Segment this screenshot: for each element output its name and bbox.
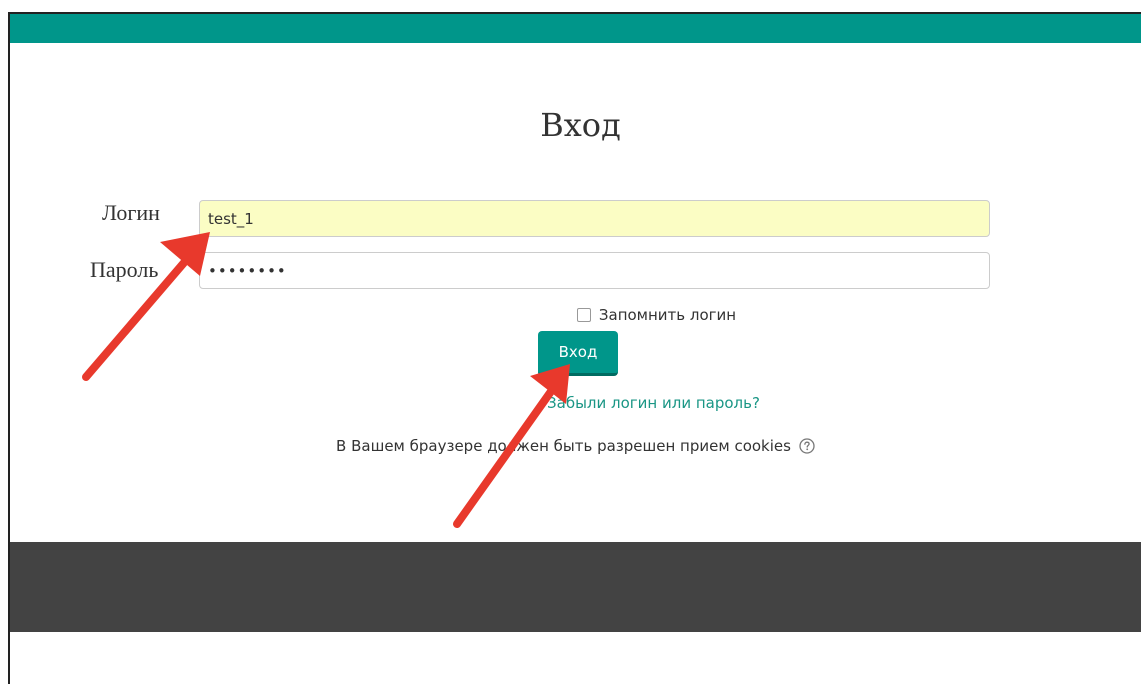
password-input[interactable] bbox=[199, 252, 990, 289]
password-label: Пароль bbox=[90, 257, 159, 282]
arrow-to-login-field bbox=[82, 232, 210, 381]
login-button[interactable]: Вход bbox=[538, 331, 618, 376]
login-label: Логин bbox=[102, 200, 160, 225]
forgot-password-link[interactable]: Забыли логин или пароль? bbox=[10, 394, 1141, 412]
question-circle-icon[interactable] bbox=[799, 438, 815, 454]
cookies-notice-row: В Вашем браузере должен быть разрешен пр… bbox=[10, 437, 1141, 455]
page-title: Вход bbox=[540, 106, 621, 144]
browser-page: Вход Логин Пароль Запомнить логин Вход З… bbox=[8, 12, 1141, 684]
header-bar bbox=[10, 14, 1141, 43]
remember-label[interactable]: Запомнить логин bbox=[599, 306, 736, 324]
cookies-notice: В Вашем браузере должен быть разрешен пр… bbox=[336, 437, 791, 455]
remember-row: Запомнить логин bbox=[10, 306, 1141, 326]
remember-checkbox[interactable] bbox=[576, 308, 591, 322]
footer-bar bbox=[10, 542, 1141, 632]
login-input[interactable] bbox=[199, 200, 990, 237]
